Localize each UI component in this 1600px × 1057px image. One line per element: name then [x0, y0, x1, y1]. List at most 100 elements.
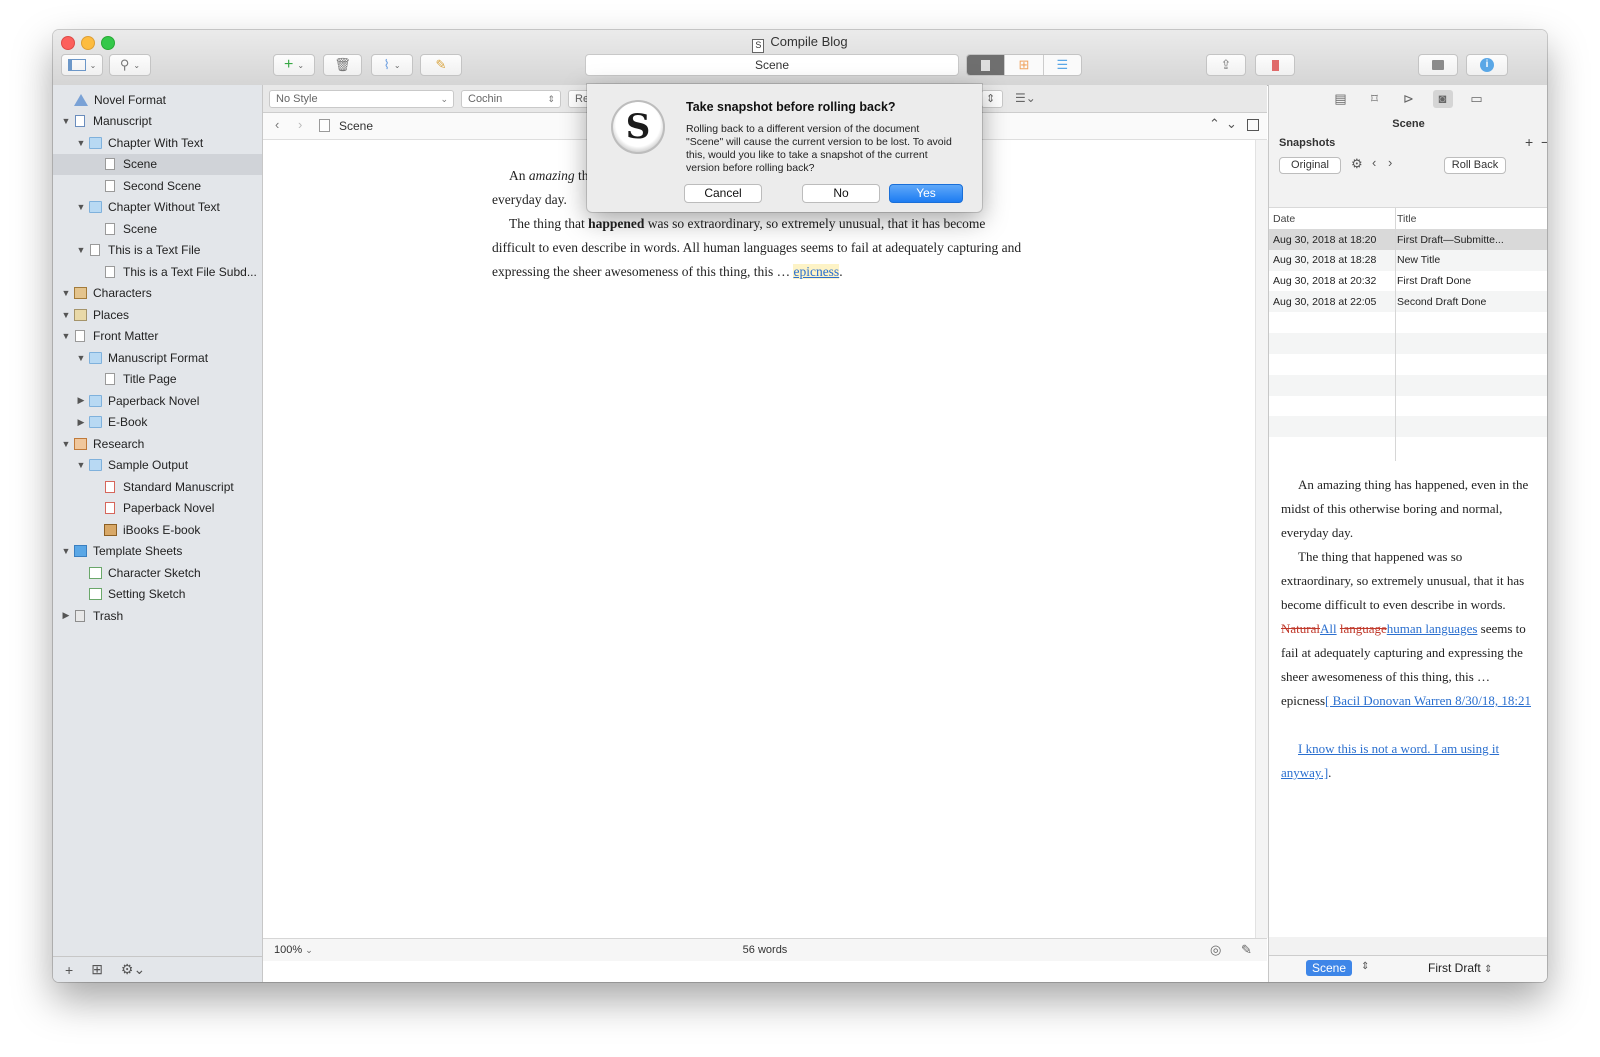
cancel-button[interactable]: Cancel: [684, 184, 762, 203]
disclosure-expanded-icon[interactable]: ▼: [76, 460, 86, 470]
date-column-header[interactable]: Date: [1269, 213, 1392, 225]
disclosure-expanded-icon[interactable]: ▼: [76, 245, 86, 255]
binder-item[interactable]: Paperback Novel: [53, 498, 262, 519]
style-select[interactable]: No Style ⌄: [269, 90, 454, 108]
original-button[interactable]: Original: [1279, 157, 1341, 174]
binder-item[interactable]: ▼ Template Sheets: [53, 541, 262, 562]
yes-button[interactable]: Yes: [889, 184, 963, 203]
next-document-icon[interactable]: ⌄: [1226, 116, 1237, 132]
binder-item[interactable]: This is a Text File Subd...: [53, 261, 262, 282]
snapshot-row[interactable]: Aug 30, 2018 at 22:05 Second Draft Done: [1269, 291, 1547, 313]
next-snapshot-icon[interactable]: ›: [1388, 155, 1392, 170]
disclosure-expanded-icon[interactable]: ▼: [61, 546, 71, 556]
forward-arrow-icon[interactable]: ›: [298, 117, 302, 132]
binder-item[interactable]: ▼ This is a Text File: [53, 240, 262, 261]
inspector-toggle-button[interactable]: i: [1466, 54, 1508, 76]
editor-scrollbar[interactable]: [1255, 140, 1268, 938]
add-item-button[interactable]: + ⌄: [273, 54, 315, 76]
binder-item[interactable]: ▼ Manuscript Format: [53, 347, 262, 368]
binder-item[interactable]: ▼ Sample Output: [53, 455, 262, 476]
binder-item[interactable]: Second Scene: [53, 175, 262, 196]
disclosure-collapsed-icon[interactable]: ▶: [76, 417, 86, 428]
list-format-button[interactable]: ☰⌄: [1015, 91, 1036, 105]
disclosure-expanded-icon[interactable]: ▼: [61, 310, 71, 320]
editor-text-area[interactable]: An amazing thi everyday day. The thing t…: [263, 140, 1255, 938]
preview-paragraph-1: An amazing thing has happened, even in t…: [1281, 477, 1529, 540]
binder-item[interactable]: Scene: [53, 153, 262, 175]
disclosure-expanded-icon[interactable]: ▼: [61, 331, 71, 341]
target-icon[interactable]: ◎: [1210, 942, 1221, 958]
binder-item[interactable]: ▼ Front Matter: [53, 326, 262, 347]
binder-item[interactable]: ▼ Chapter Without Text: [53, 197, 262, 218]
bookmarks-icon[interactable]: ⌑: [1365, 90, 1385, 108]
binder-item[interactable]: ▶ E-Book: [53, 412, 262, 433]
outline-view-button[interactable]: ☰: [1044, 55, 1081, 75]
split-editor-icon[interactable]: [1247, 119, 1259, 131]
snapshot-row[interactable]: Aug 30, 2018 at 18:28 New Title: [1269, 249, 1547, 271]
notes-icon[interactable]: ▤: [1331, 90, 1351, 108]
gear-icon[interactable]: ⚙⌄: [121, 961, 145, 978]
view-mode-button[interactable]: ⌄: [61, 54, 103, 76]
binder-sidebar: Novel Format ▼ Manuscript ▼ Chapter With Tex…: [53, 85, 263, 982]
disclosure-expanded-icon[interactable]: ▼: [61, 116, 71, 126]
disclosure-expanded-icon[interactable]: ▼: [61, 439, 71, 449]
binder-item[interactable]: Title Page: [53, 369, 262, 390]
view-mode-segmented-control[interactable]: ⊞ ☰: [966, 54, 1082, 76]
gear-icon[interactable]: ⚙: [1351, 156, 1363, 172]
binder-item[interactable]: ▶ Paperback Novel: [53, 390, 262, 411]
add-icon[interactable]: +: [65, 962, 73, 978]
binder-item[interactable]: iBooks E-book: [53, 519, 262, 540]
title-column-header[interactable]: Title: [1392, 213, 1547, 225]
binder-item[interactable]: ▼ Characters: [53, 283, 262, 304]
disclosure-expanded-icon[interactable]: ▼: [76, 353, 86, 363]
share-button[interactable]: ⇪: [1206, 54, 1246, 76]
binder-item[interactable]: Scene: [53, 218, 262, 239]
corkboard-view-button[interactable]: ⊞: [1005, 55, 1044, 75]
disclosure-expanded-icon[interactable]: ▼: [76, 202, 86, 212]
snapshot-row[interactable]: Aug 30, 2018 at 20:32 First Draft Done: [1269, 271, 1547, 292]
disclosure-collapsed-icon[interactable]: ▶: [76, 395, 86, 406]
binder-item[interactable]: ▼ Chapter With Text: [53, 132, 262, 153]
no-button[interactable]: No: [802, 184, 880, 203]
remove-snapshot-icon[interactable]: −: [1541, 134, 1547, 150]
attachment-button[interactable]: ⌇ ⌄: [371, 54, 413, 76]
document-title-field[interactable]: Scene: [585, 54, 959, 76]
binder-item[interactable]: ▼ Places: [53, 304, 262, 325]
add-snapshot-icon[interactable]: +: [1525, 134, 1533, 150]
binder-item[interactable]: Setting Sketch: [53, 584, 262, 605]
comments-icon[interactable]: ▭: [1467, 90, 1487, 108]
snapshots-icon[interactable]: ◙: [1432, 89, 1453, 108]
document-notes-icon[interactable]: ✎: [1241, 942, 1252, 958]
binder-item[interactable]: ▼ Research: [53, 433, 262, 454]
quick-reference-button[interactable]: [1418, 54, 1458, 76]
back-arrow-icon[interactable]: ‹: [275, 117, 279, 132]
commented-word[interactable]: epicness: [793, 264, 840, 279]
binder-item[interactable]: ▶ Trash: [53, 605, 262, 626]
binder-item[interactable]: Novel Format: [53, 89, 262, 110]
binder-item[interactable]: Standard Manuscript: [53, 476, 262, 497]
disclosure-expanded-icon[interactable]: ▼: [76, 138, 86, 148]
binder-item[interactable]: ▼ Manuscript: [53, 111, 262, 132]
disclosure-collapsed-icon[interactable]: ▶: [61, 610, 71, 621]
bookmark-button[interactable]: [1255, 54, 1295, 76]
compose-button[interactable]: ✎: [420, 54, 462, 76]
snapshot-row[interactable]: Aug 30, 2018 at 18:20 First Draft—Submitt…: [1269, 229, 1547, 250]
scrivenings-view-button[interactable]: [967, 55, 1006, 75]
status-select[interactable]: First Draft ⇕: [1428, 961, 1492, 975]
font-family-select[interactable]: Cochin ⇕: [461, 90, 561, 108]
roll-back-button[interactable]: Roll Back: [1444, 157, 1506, 174]
document-proxy-icon[interactable]: S: [752, 39, 765, 53]
stepper-icon[interactable]: ⇕: [1361, 961, 1369, 972]
previous-document-icon[interactable]: ⌃: [1209, 116, 1220, 132]
quick-search-button[interactable]: ⚲ ⌄: [109, 54, 151, 76]
binder-item[interactable]: Character Sketch: [53, 562, 262, 583]
trash-button[interactable]: 🗑: [323, 54, 362, 76]
window-title: S Compile Blog: [53, 34, 1547, 53]
disclosure-expanded-icon[interactable]: ▼: [61, 288, 71, 298]
editor-header-title[interactable]: Scene: [339, 119, 373, 133]
metadata-icon[interactable]: ⊳: [1399, 90, 1419, 108]
previous-snapshot-icon[interactable]: ‹: [1372, 155, 1376, 170]
add-folder-icon[interactable]: ⊞: [91, 961, 103, 978]
label-select[interactable]: Scene: [1306, 960, 1353, 976]
font-size-stepper[interactable]: ⇕: [981, 90, 1003, 108]
